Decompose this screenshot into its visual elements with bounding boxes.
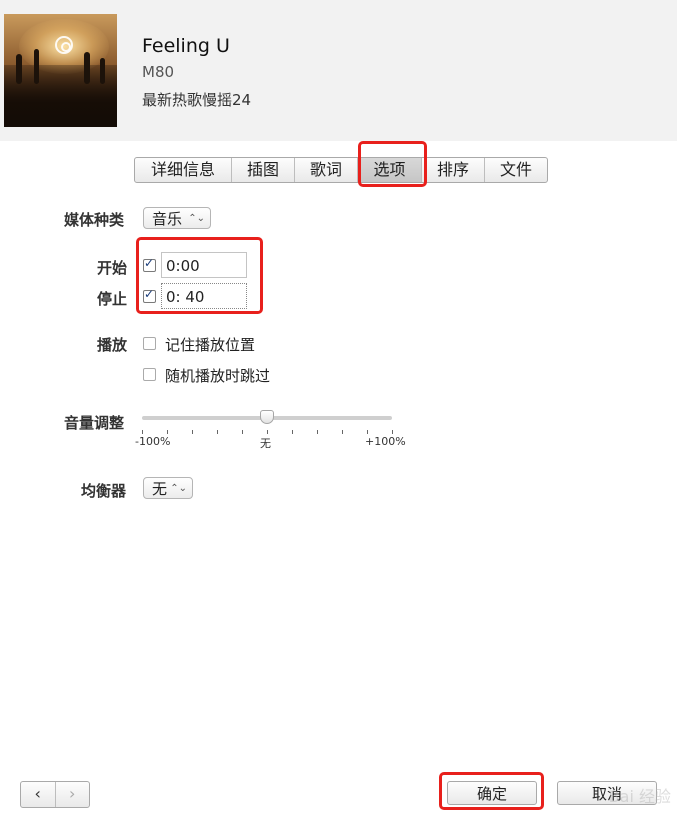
artwork-hand <box>16 54 22 84</box>
volume-tick <box>142 430 143 434</box>
chevron-updown-icon: ⌃⌄ <box>170 483 187 494</box>
track-navigation: ‹ › <box>20 781 90 808</box>
tab-lyrics[interactable]: 歌词 <box>294 158 357 182</box>
song-title: Feeling U <box>142 35 230 57</box>
volume-tick <box>292 430 293 434</box>
stop-time-field[interactable]: 0: 40 <box>161 283 247 309</box>
tab-file[interactable]: 文件 <box>484 158 547 182</box>
volume-max-label: +100% <box>365 435 406 448</box>
watermark: Bai 经验 <box>608 787 671 806</box>
start-time-field[interactable]: 0:00 <box>161 252 247 278</box>
volume-mid-label: 无 <box>260 437 271 450</box>
equalizer-select[interactable]: 无 ⌃⌄ <box>143 477 193 499</box>
track-header: Feeling U M80 最新热歌慢摇24 <box>0 0 677 141</box>
skip-shuffle-label[interactable]: 随机播放时跳过 <box>165 365 270 386</box>
stop-label: 停止 <box>97 290 128 308</box>
next-track-button[interactable]: › <box>54 782 90 807</box>
volume-tick <box>392 430 393 434</box>
start-label: 开始 <box>97 259 128 277</box>
song-artist: M80 <box>142 63 175 81</box>
remember-position-checkbox[interactable] <box>143 337 156 350</box>
volume-tick <box>192 430 193 434</box>
media-kind-value: 音乐 <box>152 210 183 228</box>
start-checkbox[interactable] <box>143 256 156 272</box>
media-kind-select[interactable]: 音乐 ⌃⌄ <box>143 207 211 229</box>
previous-track-button[interactable]: ‹ <box>21 782 55 807</box>
chevron-updown-icon: ⌃⌄ <box>188 213 205 224</box>
tab-options[interactable]: 选项 <box>357 158 421 182</box>
tab-sorting[interactable]: 排序 <box>421 158 484 182</box>
volume-tick <box>217 430 218 434</box>
info-tabs: 详细信息 插图 歌词 选项 排序 文件 <box>134 157 548 183</box>
chevron-left-icon: ‹ <box>34 784 41 803</box>
skip-shuffle-checkbox[interactable] <box>143 368 156 381</box>
volume-min-label: -100% <box>135 435 171 448</box>
artwork-hand <box>100 58 105 84</box>
playback-label: 播放 <box>97 336 128 354</box>
artwork-hand <box>34 49 39 84</box>
volume-slider-thumb[interactable] <box>260 410 274 424</box>
volume-tick <box>342 430 343 434</box>
ok-button[interactable]: 确定 <box>447 781 537 805</box>
volume-label: 音量调整 <box>64 414 125 432</box>
volume-tick <box>317 430 318 434</box>
stop-checkbox[interactable] <box>143 287 156 303</box>
media-kind-label: 媒体种类 <box>64 211 125 229</box>
volume-tick <box>367 430 368 434</box>
artwork-hand <box>84 52 90 84</box>
remember-position-label[interactable]: 记住播放位置 <box>165 334 255 355</box>
equalizer-value: 无 <box>152 480 168 498</box>
volume-tick <box>267 430 268 434</box>
volume-tick <box>167 430 168 434</box>
music-logo-icon <box>55 36 73 54</box>
equalizer-label: 均衡器 <box>81 482 127 500</box>
song-album: 最新热歌慢摇24 <box>142 91 252 109</box>
tab-artwork[interactable]: 插图 <box>231 158 294 182</box>
chevron-right-icon: › <box>69 784 76 803</box>
album-artwork[interactable] <box>4 14 117 127</box>
volume-tick <box>242 430 243 434</box>
tab-details[interactable]: 详细信息 <box>135 158 231 182</box>
